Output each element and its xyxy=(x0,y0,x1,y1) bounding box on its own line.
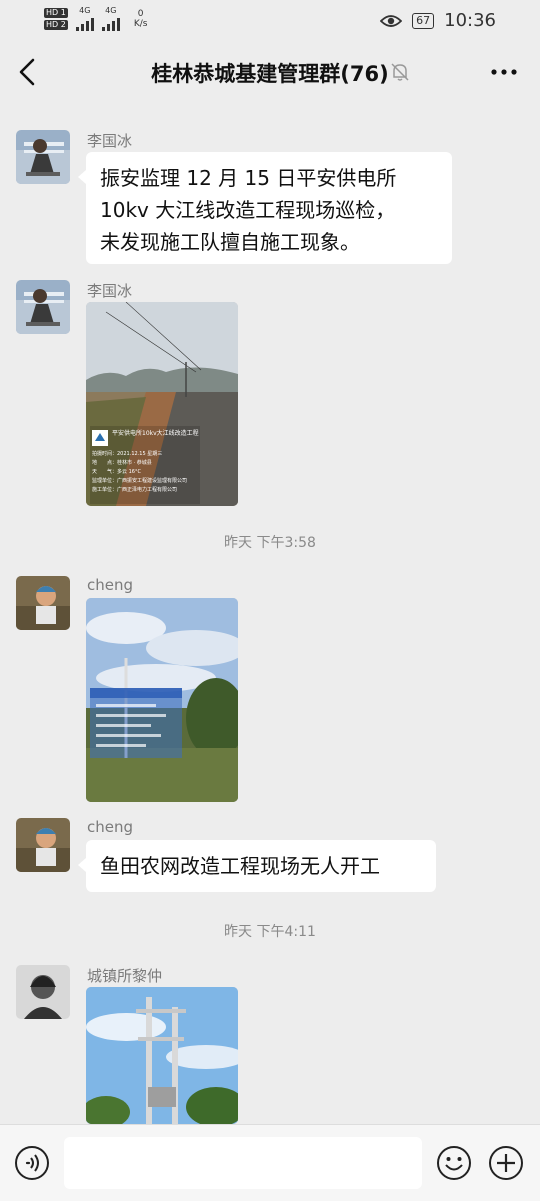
watermark-row: 拍摄时间：2021.12.15 星期三 xyxy=(92,451,163,457)
avatar[interactable] xyxy=(16,965,70,1019)
message-bubble[interactable]: 鱼田农网改造工程现场无人开工 xyxy=(78,840,436,892)
avatar[interactable] xyxy=(16,818,70,872)
avatar-image xyxy=(16,280,70,334)
bell-off-icon xyxy=(391,63,409,81)
avatar-image xyxy=(16,965,70,1019)
net-speed: 0 K/s xyxy=(134,9,148,29)
message-text-line: 振安监理 12 月 15 日平安供电所 xyxy=(100,166,397,190)
message-text-line: 鱼田农网改造工程现场无人开工 xyxy=(100,854,380,878)
eye-icon xyxy=(380,14,403,27)
status-bar: HD 1 HD 2 4G 4G 0 K/s 67 10:36 xyxy=(0,0,540,40)
battery-indicator: 67 xyxy=(412,12,435,29)
net-type-b: 4G xyxy=(105,6,117,15)
signal-b: 4G xyxy=(101,6,120,31)
watermark-row: 地 点：桂林市 · 恭城县 xyxy=(92,460,152,466)
message-item: 城镇所黎仲 xyxy=(16,965,526,1125)
more-icon[interactable] xyxy=(490,64,518,80)
sender-name: cheng xyxy=(87,818,134,836)
watermark-row: 施工单位：广西正泽电力工程有限公司 xyxy=(92,487,178,493)
sender-name: 李国冰 xyxy=(87,132,133,150)
chat-title: 桂林恭城基建管理群(76) xyxy=(151,62,389,86)
clock: 10:36 xyxy=(444,10,496,31)
emoji-icon[interactable] xyxy=(436,1145,472,1181)
message-item: cheng xyxy=(16,576,526,806)
message-item: 李国冰 振安监理 12 月 15 日平安供电所 10kv 大江线改造工程现场巡检… xyxy=(16,130,526,270)
image-message[interactable]: 平安供电所10kv大江线改造工程 拍摄时间：2021.12.15 星期三 地 点… xyxy=(86,302,238,506)
avatar[interactable] xyxy=(16,130,70,184)
sender-name: 李国冰 xyxy=(87,282,133,300)
signal-bars-b-icon xyxy=(101,15,120,31)
status-right: 67 10:36 xyxy=(380,10,496,31)
chat-header: 桂林恭城基建管理群(76) xyxy=(0,40,540,104)
message-bubble[interactable]: 振安监理 12 月 15 日平安供电所 10kv 大江线改造工程现场巡检， 未发… xyxy=(78,152,452,264)
watermark-info: 拍摄时间：2021.12.15 星期三 地 点：桂林市 · 恭城县 天 气：多云… xyxy=(92,450,202,495)
plus-icon[interactable] xyxy=(488,1145,524,1181)
message-text-line: 未发现施工队擅自施工现象。 xyxy=(100,230,360,254)
hd1-badge: HD 1 xyxy=(44,7,68,18)
signal-a: 4G xyxy=(75,6,94,31)
message-item: cheng 鱼田农网改造工程现场无人开工 xyxy=(16,818,526,898)
timestamp: 昨天 下午3:58 xyxy=(224,535,316,551)
avatar-image xyxy=(16,576,70,630)
message-input[interactable] xyxy=(64,1137,422,1189)
timestamp: 昨天 下午4:11 xyxy=(224,924,316,940)
avatar-image xyxy=(16,130,70,184)
voice-icon[interactable] xyxy=(14,1145,50,1181)
message-text-line: 10kv 大江线改造工程现场巡检， xyxy=(100,198,396,222)
hd2-badge: HD 2 xyxy=(44,19,68,30)
signal-bars-a-icon xyxy=(75,15,94,31)
image-message[interactable] xyxy=(86,598,238,802)
image-message[interactable] xyxy=(86,987,238,1124)
net-speed-unit: K/s xyxy=(133,18,148,29)
sim-indicators: HD 1 HD 2 xyxy=(44,7,68,30)
net-speed-value: 0 xyxy=(137,8,144,19)
pole-photo xyxy=(86,987,238,1124)
field-photo xyxy=(86,598,238,802)
avatar[interactable] xyxy=(16,576,70,630)
avatar[interactable] xyxy=(16,280,70,334)
avatar-image xyxy=(16,818,70,872)
watermark-row: 天 气：多云 16°C xyxy=(92,469,141,475)
watermark-row: 监理单位：广西振安工程建设监理有限公司 xyxy=(92,478,188,484)
sender-name: cheng xyxy=(87,576,134,594)
status-left: HD 1 HD 2 4G 4G 0 K/s xyxy=(44,6,147,31)
message-item: 李国冰 平安供电所10kv大江线改造工程 拍摄时间：2021.12.15 星期三… xyxy=(16,280,526,510)
net-type-a: 4G xyxy=(79,6,91,15)
watermark-title: 平安供电所10kv大江线改造工程 xyxy=(112,430,199,437)
sender-name: 城镇所黎仲 xyxy=(87,967,163,985)
input-bar xyxy=(0,1124,540,1201)
